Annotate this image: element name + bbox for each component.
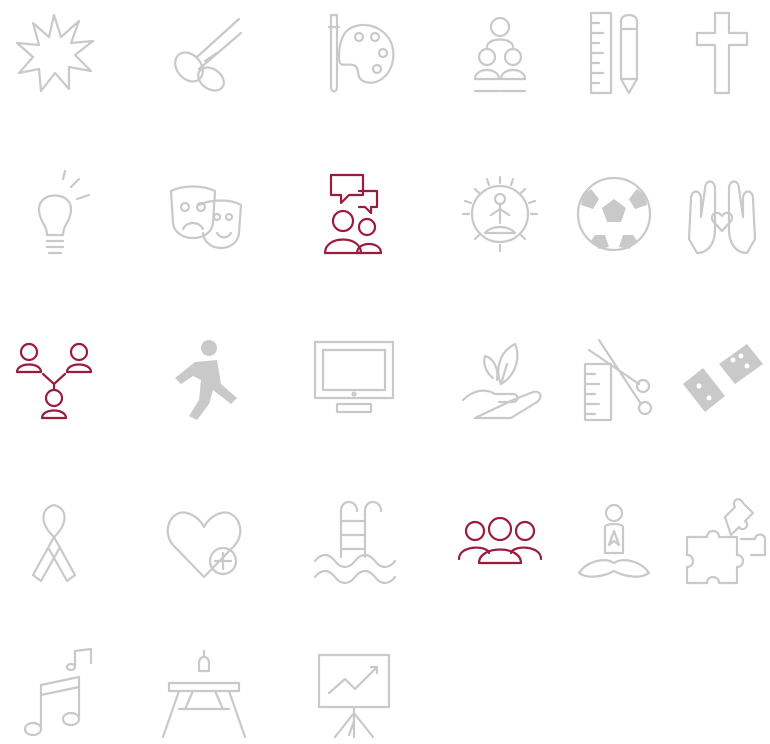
presentation-board-icon: [317, 653, 391, 739]
picnic-table-icon: [161, 649, 247, 739]
discussion-group-icon: [323, 173, 383, 255]
activity-tile-picnic-table[interactable]: [154, 644, 254, 744]
meditation-sun-icon: [461, 175, 539, 253]
activity-tile-cross[interactable]: [672, 2, 770, 102]
music-notes-icon: [23, 647, 93, 737]
network-people-icon: [15, 342, 93, 420]
swimming-pool-ladder-icon: [313, 500, 397, 585]
activity-tile-hands-heart[interactable]: [672, 164, 770, 264]
hand-plant-icon: [461, 342, 542, 420]
activity-tile-monitor[interactable]: [304, 329, 404, 429]
yoga-lotus-icon: [577, 503, 651, 578]
activity-tile-sewing-scissors-ruler[interactable]: [564, 329, 664, 429]
theater-masks-icon: [169, 185, 243, 249]
activity-tile-swimming-pool-ladder[interactable]: [304, 492, 404, 592]
running-person-icon: [175, 340, 237, 420]
activity-tile-network-people[interactable]: [4, 329, 104, 429]
hands-heart-icon: [687, 180, 757, 255]
dominoes-icon: [683, 344, 763, 412]
ruler-pencil-icon: [589, 11, 639, 95]
soccer-ball-icon: [576, 176, 652, 252]
activity-tile-dominoes[interactable]: [672, 329, 770, 429]
activity-tile-ruler-pencil[interactable]: [564, 2, 664, 102]
activity-tile-people-group[interactable]: [450, 492, 550, 592]
people-group-icon: [457, 516, 543, 565]
activity-tile-meditation-sun[interactable]: [450, 164, 550, 264]
activity-tile-heart-plus[interactable]: [154, 492, 254, 592]
activity-tile-burst[interactable]: [4, 2, 104, 102]
activity-tile-awareness-ribbon[interactable]: [4, 492, 104, 592]
activity-icon-grid: [0, 0, 770, 739]
activity-tile-music-notes[interactable]: [4, 644, 104, 744]
light-bulb-icon: [37, 169, 91, 255]
activity-tile-hand-plant[interactable]: [450, 329, 550, 429]
burst-icon: [15, 13, 95, 93]
paint-palette-icon: [327, 13, 395, 93]
activity-tile-discussion-group[interactable]: [304, 164, 404, 264]
activity-tile-yoga-lotus[interactable]: [564, 492, 664, 592]
activity-tile-group-hierarchy[interactable]: [450, 2, 550, 102]
scissors-icon: [174, 17, 243, 92]
puzzle-pieces-icon: [685, 498, 767, 585]
activity-tile-theater-masks[interactable]: [154, 164, 254, 264]
group-hierarchy-icon: [473, 16, 527, 93]
activity-tile-soccer-ball[interactable]: [564, 164, 664, 264]
activity-tile-scissors[interactable]: [154, 2, 254, 102]
activity-tile-presentation-board[interactable]: [304, 644, 404, 744]
sewing-scissors-ruler-icon: [583, 338, 653, 422]
activity-tile-running-person[interactable]: [154, 329, 254, 429]
activity-tile-light-bulb[interactable]: [4, 164, 104, 264]
heart-plus-icon: [166, 511, 242, 579]
awareness-ribbon-icon: [31, 503, 77, 583]
activity-tile-puzzle-pieces[interactable]: [672, 492, 770, 592]
activity-tile-paint-palette[interactable]: [304, 2, 404, 102]
monitor-icon: [313, 340, 395, 414]
cross-icon: [695, 11, 749, 95]
